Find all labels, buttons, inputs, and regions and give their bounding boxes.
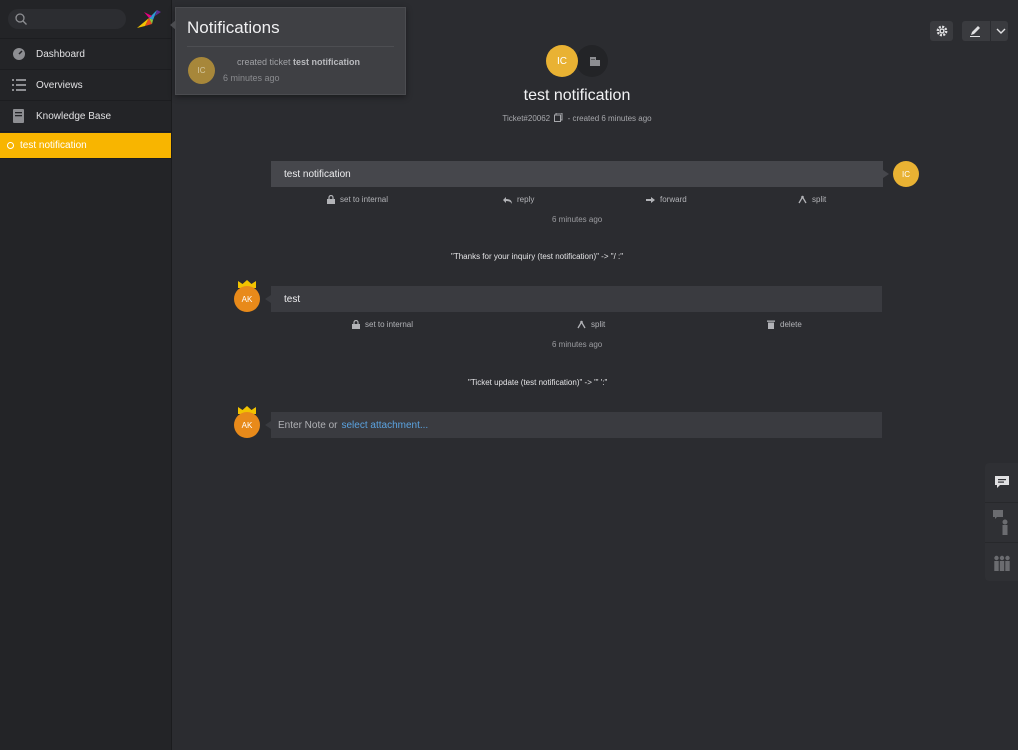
avatar: IC bbox=[188, 57, 215, 84]
system-message: "Ticket update (test notification)" -> "… bbox=[468, 378, 608, 387]
article-bubble[interactable]: test notification bbox=[271, 161, 883, 187]
settings-button[interactable] bbox=[930, 21, 953, 41]
group-icon bbox=[993, 555, 1010, 571]
divider bbox=[990, 21, 991, 41]
split-button[interactable]: split bbox=[798, 195, 826, 204]
copy-icon[interactable] bbox=[554, 112, 563, 122]
search-row bbox=[0, 0, 171, 39]
ticket-number: Ticket#20062 bbox=[502, 114, 551, 123]
split-icon bbox=[577, 320, 586, 329]
avatar[interactable]: AK bbox=[234, 286, 260, 312]
sidebar-item-label: test notification bbox=[20, 140, 87, 151]
chevron-down-icon bbox=[996, 28, 1006, 34]
notification-item[interactable]: created ticket test notification bbox=[237, 57, 360, 67]
article-time: 6 minutes ago bbox=[552, 215, 603, 224]
set-internal-button[interactable]: set to internal bbox=[352, 320, 413, 329]
sidebar-item-label: Overviews bbox=[36, 79, 83, 91]
trash-icon bbox=[767, 320, 775, 329]
note-input[interactable]: Enter Note or select attachment... bbox=[271, 412, 882, 438]
bubble-pointer bbox=[883, 170, 889, 178]
search-input[interactable] bbox=[8, 9, 126, 29]
sidebar-item-knowledge-base[interactable]: Knowledge Base bbox=[0, 101, 171, 132]
notifications-title: Notifications bbox=[187, 18, 280, 37]
gear-icon bbox=[936, 25, 947, 37]
customer-avatar[interactable]: IC bbox=[546, 45, 578, 77]
reply-button[interactable]: reply bbox=[503, 195, 534, 204]
notifications-popover: Notifications IC created ticket test not… bbox=[170, 7, 406, 95]
article-text: test notification bbox=[284, 168, 351, 180]
sidebar-item-overviews[interactable]: Overviews bbox=[0, 70, 171, 101]
ticket-created: - created 6 minutes ago bbox=[567, 114, 652, 123]
notification-time: 6 minutes ago bbox=[223, 73, 280, 83]
forward-button[interactable]: forward bbox=[646, 195, 687, 204]
forward-icon bbox=[646, 196, 655, 203]
edit-menu-button[interactable] bbox=[962, 21, 1008, 41]
lock-icon bbox=[327, 195, 335, 204]
chat-bubble-icon bbox=[994, 476, 1009, 488]
select-attachment-link[interactable]: select attachment... bbox=[341, 420, 428, 431]
divider bbox=[187, 46, 394, 47]
search-icon bbox=[15, 13, 27, 25]
article-time: 6 minutes ago bbox=[552, 340, 603, 349]
notification-target: test notification bbox=[293, 57, 361, 67]
ticket-meta: Ticket#20062 - created 6 minutes ago bbox=[380, 112, 774, 123]
organization-avatar[interactable] bbox=[576, 45, 608, 77]
sidebar: Dashboard Overviews Knowledge Base test … bbox=[0, 0, 172, 750]
dashboard-icon bbox=[11, 47, 26, 62]
book-icon bbox=[11, 109, 26, 124]
sidebar-item-label: Knowledge Base bbox=[36, 110, 112, 122]
sidebar-item-dashboard[interactable]: Dashboard bbox=[0, 39, 171, 70]
split-icon bbox=[798, 195, 807, 204]
building-icon bbox=[590, 57, 600, 66]
ticket-title[interactable]: test notification bbox=[380, 87, 774, 105]
list-icon bbox=[11, 78, 26, 93]
sidebar-item-label: Dashboard bbox=[36, 48, 85, 60]
lock-icon bbox=[352, 320, 360, 329]
popover-arrow bbox=[170, 20, 176, 30]
pen-icon bbox=[970, 26, 980, 37]
tab-organization[interactable] bbox=[985, 543, 1018, 582]
notification-action: created ticket bbox=[237, 57, 291, 67]
delete-button[interactable]: delete bbox=[767, 320, 802, 329]
sidebar-tabs bbox=[985, 463, 1018, 581]
system-message: "Thanks for your inquiry (test notificat… bbox=[451, 252, 624, 261]
tab-ticket[interactable] bbox=[985, 463, 1018, 503]
avatar[interactable]: IC bbox=[893, 161, 919, 187]
split-button[interactable]: split bbox=[577, 320, 605, 329]
avatar: AK bbox=[234, 412, 260, 438]
set-internal-button[interactable]: set to internal bbox=[327, 195, 388, 204]
ticket-status-icon bbox=[7, 142, 14, 149]
article-bubble[interactable]: test bbox=[271, 286, 882, 312]
zammad-logo-icon[interactable] bbox=[135, 6, 163, 32]
tab-customer[interactable] bbox=[985, 503, 1018, 543]
reply-icon bbox=[503, 196, 512, 204]
article-text: test bbox=[284, 293, 301, 305]
sidebar-item-active-ticket[interactable]: test notification bbox=[0, 133, 171, 159]
customer-icon bbox=[992, 509, 1007, 535]
note-placeholder: Enter Note or bbox=[278, 419, 338, 431]
